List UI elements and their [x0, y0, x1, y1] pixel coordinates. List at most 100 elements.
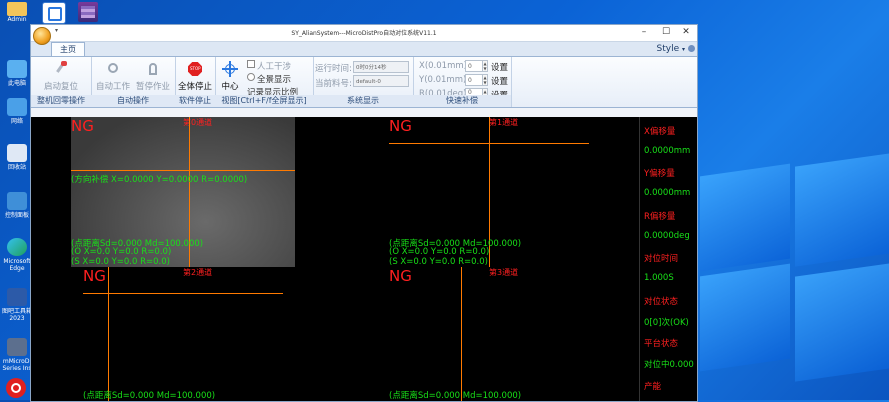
desktop-icon-recycle-bin[interactable]: 回收站	[2, 144, 32, 171]
x-offset-value: 0.0000mm	[644, 146, 691, 156]
reset-icon	[53, 61, 69, 77]
channel-label: 第0通道	[183, 118, 213, 127]
group-compensate: X(0.01mm) 0 ▲ ▼ 设置 Y(0.01mm) 0 ▲ ▼ 设置 R(0.…	[413, 57, 512, 107]
desktop-icon-label: 回收站	[7, 164, 26, 171]
crosshair-horizontal	[71, 170, 295, 171]
desktop-icon-label: 图吧工具箱 2023	[2, 308, 33, 322]
desktop-icon-app-red[interactable]	[6, 378, 26, 398]
group-label-stop: 软件停止	[175, 95, 215, 107]
channel-label: 第3通道	[489, 268, 519, 277]
center-button[interactable]: 中心	[217, 59, 243, 92]
o-coordinates-text: (O X=0.0 Y=0.0 R=0.0)	[71, 247, 172, 257]
maximize-button[interactable]: ☐	[657, 27, 675, 37]
align-time-label: 对位时间	[644, 254, 679, 264]
fullview-radio[interactable]: 全景显示	[247, 73, 291, 85]
group-auto: 自动工作 暂停作业 自动操作	[91, 57, 176, 107]
reset-label: 启动复位	[43, 82, 78, 92]
close-button[interactable]: ✕	[677, 27, 695, 37]
crosshair-horizontal	[83, 293, 283, 294]
group-stop: STOP 全体停止 软件停止	[175, 57, 216, 107]
ng-status: NG	[389, 267, 412, 285]
comp-y-stepper[interactable]: ▲ ▼	[482, 74, 488, 86]
user-folder-icon	[7, 2, 27, 16]
ng-status: NG	[389, 117, 412, 135]
comp-x-input[interactable]: 0	[465, 60, 483, 72]
edge-icon	[7, 238, 27, 256]
app-window: ▾ SY_AlianSystem---MicroDistPro自动对位系统V11…	[30, 24, 698, 402]
desktop-icon-network[interactable]: 网络	[2, 98, 32, 125]
crosshair-horizontal	[389, 143, 589, 144]
computer-icon	[7, 60, 27, 78]
direction-compensation-text: (方向补偿 X=0.0000 Y=0.0000 R=0.0000)	[71, 175, 248, 185]
ribbon: 启动复位 整机回零操作 自动工作 暂停作业 自动操作 STOP 全体停止 软件停…	[31, 56, 697, 108]
chevron-down-icon: ▾	[681, 46, 685, 53]
desktop-icon-app1[interactable]	[42, 2, 66, 24]
style-menu[interactable]: Style ▾	[657, 44, 686, 54]
auto-work-icon	[105, 61, 121, 77]
o-coordinates-text: (O X=0.0 Y=0.0 R=0.0)	[389, 247, 490, 257]
group-label-homing: 整机回零操作	[31, 95, 91, 107]
desktop-icon-label: 此电脑	[7, 80, 26, 87]
auto-work-button[interactable]: 自动工作	[93, 59, 133, 92]
comp-x-label: X(0.01mm)	[419, 61, 467, 71]
desktop-icon-winrar[interactable]	[78, 2, 98, 22]
channel-label: 第2通道	[183, 268, 213, 277]
title-bar: ▾ SY_AlianSystem---MicroDistPro自动对位系统V11…	[31, 25, 697, 45]
desktop-icon-microdist[interactable]: mMicroDi Series Ins	[2, 338, 32, 372]
ng-status: NG	[71, 117, 94, 135]
stop-all-button[interactable]: STOP 全体停止	[175, 59, 215, 92]
group-label-compensate: 快速补偿	[413, 95, 511, 107]
pause-icon	[145, 61, 161, 77]
desktop-icon-label: 网络	[10, 118, 23, 125]
stop-icon: STOP	[187, 61, 203, 77]
style-label: Style	[656, 44, 680, 54]
manual-intervene-checkbox[interactable]: 人工干涉	[247, 60, 291, 72]
comp-y-input[interactable]: 0	[465, 74, 483, 86]
desktop-icon-label: mMicroDi Series Ins	[2, 358, 32, 372]
archive-icon	[81, 6, 95, 18]
desktop-icon-toolbox[interactable]: 图吧工具箱 2023	[2, 288, 32, 322]
comp-x-stepper[interactable]: ▲ ▼	[482, 60, 488, 72]
camera-display-area: NG 第0通道 (方向补偿 X=0.0000 Y=0.0000 R=0.0000…	[31, 117, 697, 401]
camera-view-0[interactable]: NG 第0通道 (方向补偿 X=0.0000 Y=0.0000 R=0.0000…	[71, 117, 295, 267]
ribbon-minimize-icon[interactable]	[688, 45, 695, 52]
auto-work-label: 自动工作	[95, 82, 130, 92]
toolbox-icon	[7, 288, 27, 306]
platform-status-label: 平台状态	[644, 339, 679, 349]
pause-button[interactable]: 暂停作业	[133, 59, 173, 92]
ng-status: NG	[83, 267, 106, 285]
minimize-button[interactable]: –	[635, 27, 653, 37]
output-label: 产能	[644, 382, 662, 392]
installer-icon	[7, 338, 27, 356]
desktop-icon-control-panel[interactable]: 控制面板	[2, 192, 32, 219]
x-offset-label: X偏移量	[644, 127, 676, 137]
tab-home[interactable]: 主页	[51, 42, 85, 57]
manual-intervene-label: 人工干涉	[257, 62, 292, 72]
pause-label: 暂停作业	[135, 82, 170, 92]
comp-y-set-button[interactable]: 设置	[491, 75, 508, 87]
current-file-field: default-0	[353, 75, 409, 87]
desktop-icon-edge[interactable]: Microsoft Edge	[2, 238, 32, 272]
reset-button[interactable]: 启动复位	[39, 59, 83, 92]
desktop-icon-label: Admin	[7, 16, 27, 23]
channel-label: 第1通道	[489, 118, 519, 127]
align-status-label: 对位状态	[644, 297, 679, 307]
group-homing: 启动复位 整机回零操作	[31, 57, 92, 107]
offset-side-panel: X偏移量 0.0000mm Y偏移量 0.0000mm R偏移量 0.0000d…	[639, 117, 697, 401]
group-label-system: 系统显示	[313, 95, 413, 107]
network-icon	[7, 98, 27, 116]
checkbox-box	[247, 60, 255, 68]
desktop-icon-admin[interactable]: Admin	[3, 2, 31, 26]
radio-circle	[247, 73, 255, 81]
group-view: 中心 人工干涉 全景显示 记录显示比例 视图[Ctrl+F/f全屏显示]	[215, 57, 314, 107]
stop-all-label: 全体停止	[177, 82, 212, 92]
desktop-icon-label: 控制面板	[4, 212, 29, 219]
recycle-bin-icon	[7, 144, 27, 162]
s-coordinates-text: (S X=0.0 Y=0.0 R=0.0)	[71, 257, 170, 267]
comp-x-set-button[interactable]: 设置	[491, 61, 508, 73]
desktop-icon-this-pc[interactable]: 此电脑	[2, 60, 32, 87]
tab-row: 主页 Style ▾	[31, 42, 697, 57]
camera-view-1[interactable]: NG 第1通道 (点距离Sd=0.000 Md=100.000) (O X=0.…	[389, 117, 619, 267]
center-label: 中心	[221, 82, 239, 92]
app-menu-orb-icon[interactable]	[33, 27, 51, 45]
